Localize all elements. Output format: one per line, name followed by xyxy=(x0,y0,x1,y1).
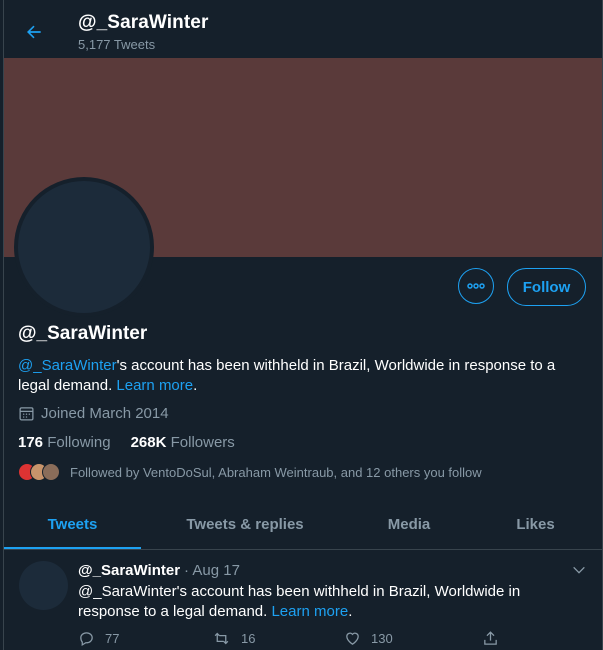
tab-media[interactable]: Media xyxy=(349,500,469,549)
back-arrow-icon xyxy=(27,25,41,39)
more-options-button[interactable] xyxy=(458,268,494,304)
reply-button[interactable]: 77 xyxy=(78,630,212,647)
tweet-text: @_SaraWinter's account has been withheld… xyxy=(78,582,558,622)
retweet-icon xyxy=(214,632,229,645)
like-count: 130 xyxy=(371,631,393,646)
ellipsis-icon xyxy=(467,283,485,289)
profile-avatar[interactable] xyxy=(14,177,154,317)
bio-end: . xyxy=(193,377,198,394)
tab-tweets[interactable]: Tweets xyxy=(4,500,141,549)
back-button[interactable] xyxy=(18,16,50,48)
profile-tabs: Tweets Tweets & replies Media Likes xyxy=(4,500,602,550)
profile-bio: @_SaraWinter's account has been withheld… xyxy=(18,356,578,396)
reply-icon xyxy=(80,632,93,647)
calendar-icon xyxy=(19,407,34,421)
top-bar: @_SaraWinter 5,177 Tweets xyxy=(4,0,602,58)
following-label: Following xyxy=(47,434,111,451)
retweet-button[interactable]: 16 xyxy=(212,630,344,647)
tweet-actions: 77 16 130 xyxy=(78,630,499,647)
tweet-author[interactable]: @_SaraWinter xyxy=(78,562,180,579)
profile-name: @_SaraWinter xyxy=(18,323,148,344)
follow-stats: 176 Following 268K Followers xyxy=(18,434,235,451)
followers-count: 268K xyxy=(130,434,167,451)
tweet-date[interactable]: · Aug 17 xyxy=(184,562,240,579)
followed-by[interactable]: Followed by VentoDoSul, Abraham Weintrau… xyxy=(18,463,482,481)
following-count: 176 xyxy=(18,434,44,451)
joined-text: Joined March 2014 xyxy=(41,405,169,422)
like-button[interactable]: 130 xyxy=(344,630,482,647)
avatar-image xyxy=(18,181,150,313)
share-icon xyxy=(484,631,497,645)
retweet-count: 16 xyxy=(241,631,256,646)
tab-tweets-replies[interactable]: Tweets & replies xyxy=(141,500,349,549)
following-link[interactable]: 176 Following xyxy=(18,434,111,451)
follower-avatar xyxy=(42,463,60,481)
followers-link[interactable]: 268K Followers xyxy=(131,434,235,451)
followers-label: Followers xyxy=(170,434,235,451)
tweet-header: @_SaraWinter · Aug 17 xyxy=(78,562,240,579)
bio-handle-link[interactable]: @_SaraWinter xyxy=(18,357,117,374)
follow-button[interactable]: Follow xyxy=(507,268,586,306)
tweet-count: 5,177 Tweets xyxy=(78,37,156,52)
bio-learn-more-link[interactable]: Learn more xyxy=(116,377,193,394)
tab-likes[interactable]: Likes xyxy=(469,500,602,549)
reply-count: 77 xyxy=(105,631,120,646)
header-title: @_SaraWinter xyxy=(78,12,209,33)
tweet-end: . xyxy=(348,603,353,620)
tweet-avatar[interactable] xyxy=(19,561,68,610)
share-button[interactable] xyxy=(482,630,499,647)
joined-date: Joined March 2014 xyxy=(18,405,169,422)
followed-by-text: Followed by VentoDoSul, Abraham Weintrau… xyxy=(70,464,482,480)
heart-icon xyxy=(346,632,359,645)
tweet-learn-more-link[interactable]: Learn more xyxy=(271,603,348,620)
chevron-down-icon[interactable] xyxy=(571,562,587,578)
